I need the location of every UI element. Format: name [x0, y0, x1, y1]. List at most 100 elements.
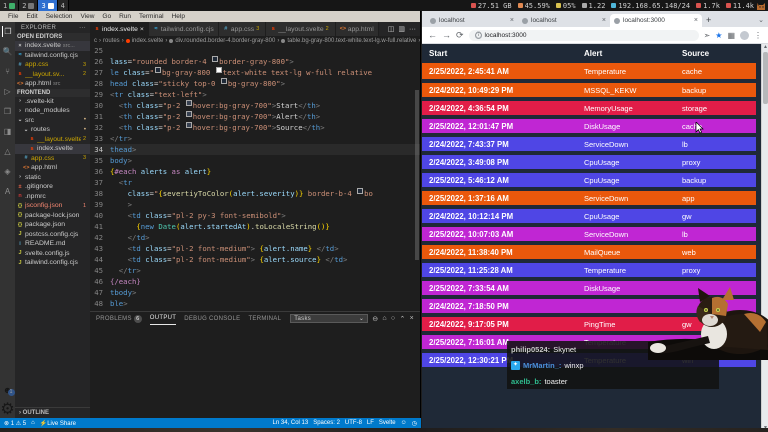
feedback-icon[interactable]: ☺ [401, 420, 407, 426]
code-line[interactable]: 36{#each alerts as alert} [90, 166, 420, 177]
back-button[interactable]: ← [428, 30, 437, 40]
new-tab-button[interactable]: + [706, 14, 711, 27]
code-line[interactable]: 27 le class = " bg-gray-800 text-white text-… [90, 67, 420, 78]
status-item[interactable]: LF [367, 420, 374, 426]
panel-action-icon-2[interactable]: ○ [391, 315, 396, 322]
page-scrollbar[interactable]: ▲ ▼ [761, 44, 768, 432]
panel-tab-debug-console[interactable]: DEBUG CONSOLE [184, 312, 240, 325]
code-line[interactable]: 28 head class = "sticky top-0 bg-gray-800" > [90, 78, 420, 89]
breadcrumb[interactable]: c › routes › index.svelte › div.rounded.border… [90, 36, 420, 45]
open-editor-item[interactable]: ≈ tailwind.config.cjs [15, 51, 90, 61]
search-icon[interactable]: 🔍 [2, 46, 13, 57]
editor-tab-app-css[interactable]: # app.css 3 [218, 22, 267, 36]
panel-tab-problems[interactable]: PROBLEMS 6 [96, 312, 142, 325]
notifications-bell-icon[interactable]: ◷ [412, 420, 417, 427]
open-editor-item[interactable]: s __layout.sv... 2 [15, 70, 90, 80]
settings-gear-icon[interactable]: ⚙ [0, 401, 14, 418]
liveshare-button[interactable]: ⚡Live Share [40, 420, 76, 427]
open-editors-header[interactable]: OPEN EDITORS [15, 33, 90, 41]
tree-item-postcss-config-cjs[interactable]: Jpostcss.config.cjs [15, 230, 90, 240]
scrollbar-thumb[interactable] [763, 52, 768, 104]
project-header[interactable]: FRONTEND [15, 88, 90, 97]
scroll-up-arrow[interactable]: ▲ [762, 44, 768, 51]
testing-icon[interactable]: △ [2, 146, 13, 157]
code-editor[interactable]: 25 26 lass = "rounded border-4 border-gray-8… [90, 45, 420, 311]
tab-close-icon[interactable]: × [694, 17, 698, 24]
code-line[interactable]: 38 class = "{severtiyToColor(alert.severit… [90, 188, 420, 199]
status-item[interactable]: UTF-8 [345, 420, 362, 426]
open-editor-item[interactable]: × index.svelte src... [15, 41, 90, 51]
send-to-device-icon[interactable]: ➣ [704, 31, 711, 40]
profile-avatar[interactable] [740, 30, 749, 40]
code-line[interactable]: 26 lass = "rounded border-4 border-gray-800… [90, 56, 420, 67]
open-editor-item[interactable]: # app.css 3 [15, 60, 90, 70]
code-line[interactable]: 25 [90, 45, 420, 56]
close-icon[interactable]: × [17, 43, 23, 49]
explorer-actions-icon[interactable]: ··· [79, 25, 86, 31]
tree-item-jsconfig-json[interactable]: {} jsconfig.json 1 [15, 201, 90, 211]
workspace-button-4[interactable]: 4 [57, 0, 69, 11]
column-header-source[interactable]: Source [675, 44, 756, 63]
panel-action-icon-4[interactable]: × [410, 315, 414, 322]
bookmarks-icon[interactable]: ◈ [2, 166, 13, 177]
tree-item-app-css[interactable]: # app.css 3 [15, 154, 90, 164]
code-line[interactable]: 47 tbody > [90, 287, 420, 298]
tree-item-static[interactable]: › static [15, 173, 90, 183]
tab-close-icon[interactable]: × [602, 17, 606, 24]
panel-action-icon-3[interactable]: ⌃ [399, 315, 405, 323]
breadcrumb-segment[interactable]: routes [103, 38, 120, 44]
tree-item-routes[interactable]: ⌄ routes • [15, 125, 90, 135]
site-info-icon[interactable]: ⓘ [474, 31, 482, 39]
tree-item-tailwind-config-cjs[interactable]: Jtailwind.config.cjs [15, 258, 90, 268]
tasks-dropdown[interactable]: Tasks ⌄ [290, 314, 369, 323]
code-line[interactable]: 33 </tr > [90, 133, 420, 144]
menu-file[interactable]: File [8, 13, 18, 20]
tree-item--npmrc[interactable]: n .npmrc [15, 192, 90, 202]
code-line[interactable]: 30 < th class = "p-2 hover:bg-gray-700" > Sta… [90, 100, 420, 111]
panel-tab-output[interactable]: OUTPUT [149, 312, 177, 325]
tree-item-README-md[interactable]: i README.md [15, 239, 90, 249]
split-editor-icon[interactable]: ◫ [388, 25, 395, 33]
layout-icon[interactable]: ▥ [398, 25, 405, 33]
todo-icon[interactable]: A [2, 186, 13, 197]
browser-menu-icon[interactable]: ⋮ [754, 31, 762, 40]
forward-button[interactable]: → [442, 30, 451, 40]
source-control-icon[interactable]: ⑂ [2, 66, 13, 77]
code-line[interactable]: 48 ble > [90, 298, 420, 309]
code-line[interactable]: 42 </td > [90, 232, 420, 243]
outline-section[interactable]: › OUTLINE [15, 407, 90, 418]
menu-go[interactable]: Go [102, 13, 111, 20]
status-item[interactable]: Ln 34, Col 13 [273, 420, 309, 426]
breadcrumb-segment[interactable]: c [94, 38, 97, 44]
reload-button[interactable]: ⟳ [456, 30, 464, 41]
browser-tab-0[interactable]: localhost × [426, 14, 518, 27]
menu-terminal[interactable]: Terminal [139, 13, 164, 20]
tree-item--svelte-kit[interactable]: › .svelte-kit [15, 97, 90, 107]
tree-item-node-modules[interactable]: › node_modules [15, 106, 90, 116]
breadcrumb-segment[interactable]: index.svelte [132, 38, 164, 44]
breadcrumb-segment[interactable]: table.bg-gray-800.text-white.text-lg.w-f… [287, 38, 416, 44]
code-line[interactable]: 37 < tr [90, 177, 420, 188]
more-actions-icon[interactable]: ··· [409, 26, 416, 33]
tab-close-icon[interactable]: × [140, 26, 144, 33]
workspace-button-3[interactable]: 3 [38, 0, 58, 11]
menu-edit[interactable]: Edit [26, 13, 37, 20]
column-header-alert[interactable]: Alert [577, 44, 675, 63]
panel-tab-terminal[interactable]: TERMINAL [248, 312, 281, 325]
breadcrumb-segment[interactable]: div.rounded.border-4.border-gray-800 [175, 38, 275, 44]
editor-tab---layout-svelte[interactable]: s __layout.svelte 2 [266, 22, 336, 36]
code-line[interactable]: 46 {/each} [90, 276, 420, 287]
code-line[interactable]: 31 < th class = "p-2 hover:bg-gray-700" > Ale… [90, 111, 420, 122]
tree-item---layout-svelte[interactable]: s __layout.svelte 2 [15, 135, 90, 145]
editor-tab-index-svelte[interactable]: s index.svelte × [90, 22, 149, 36]
editor-scrollbar[interactable] [415, 90, 419, 260]
menu-run[interactable]: Run [119, 13, 131, 20]
errors-indicator[interactable]: ⊗ 1 ⚠ 5 [4, 420, 26, 427]
tab-close-icon[interactable]: × [510, 17, 514, 24]
extensions-icon[interactable]: ▦ [727, 31, 735, 40]
run-debug-icon[interactable]: ▷ [2, 86, 13, 97]
browser-tab-1[interactable]: localhost × [518, 14, 610, 27]
menu-selection[interactable]: Selection [46, 13, 73, 20]
menu-help[interactable]: Help [172, 13, 185, 20]
home-icon[interactable]: ⌂ [31, 420, 35, 426]
